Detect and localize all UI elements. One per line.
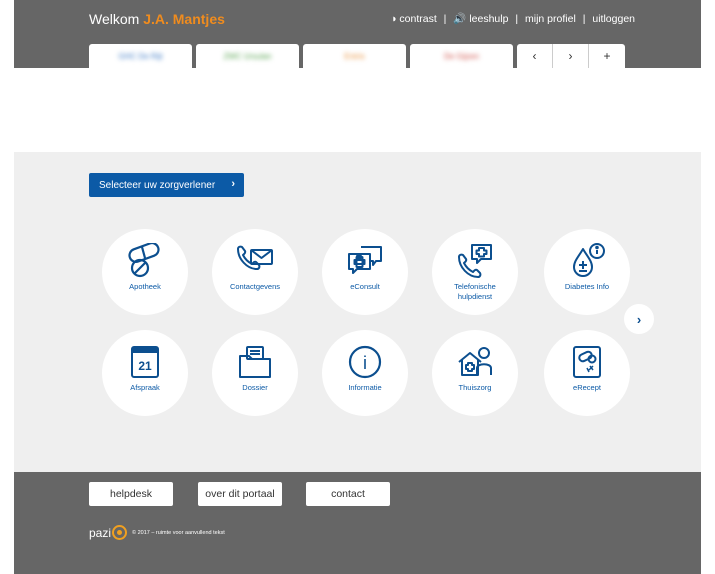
provider-tab[interactable]: GHC De Rijt: [89, 44, 192, 68]
tab-next-button[interactable]: ›: [553, 44, 589, 68]
tile-label: eRecept: [573, 383, 601, 392]
tiles-next-button[interactable]: ›: [624, 304, 654, 334]
top-header: Welkom J.A. Mantjes ◑ contrast | 🔊 leesh…: [14, 0, 701, 68]
select-provider-label: Selecteer uw zorgverlener: [99, 179, 216, 191]
chat-medical-icon: [348, 246, 382, 274]
separator: |: [515, 13, 519, 25]
tile-contactgegevens[interactable]: Contactgevens: [212, 229, 298, 315]
tile-telefonische-hulpdienst[interactable]: Telefonische hulpdienst: [432, 229, 518, 315]
provider-tab-label: GHC De Rijt: [118, 51, 163, 61]
tile-apotheek[interactable]: Apotheek: [102, 229, 188, 315]
tile-informatie[interactable]: i Informatie: [322, 330, 408, 416]
welcome-text: Welkom J.A. Mantjes: [89, 11, 225, 27]
tile-label: eConsult: [350, 282, 380, 291]
leeshulp-link[interactable]: 🔊 leeshulp: [453, 13, 508, 25]
separator: |: [443, 13, 447, 25]
footer: helpdesk over dit portaal contact pazi ©…: [14, 472, 701, 574]
logo-text: pazi: [89, 525, 112, 540]
contrast-link[interactable]: ◑ contrast: [390, 13, 437, 25]
contact-button[interactable]: contact: [306, 482, 390, 506]
tile-econsult[interactable]: eConsult: [322, 229, 408, 315]
provider-tabs: GHC De Rijt ZWC Ursulan Entris De Gijzen…: [89, 44, 625, 68]
tile-label: Dossier: [242, 383, 268, 392]
top-links: ◑ contrast | 🔊 leeshulp | mijn profiel |…: [390, 12, 635, 25]
calendar-day: 21: [138, 359, 152, 373]
tile-label: Telefonische hulpdienst: [454, 282, 496, 301]
phone-envelope-icon: [237, 245, 273, 270]
pazio-logo: pazi: [89, 525, 128, 540]
prescription-icon: [573, 346, 601, 378]
tile-dossier[interactable]: Dossier: [212, 330, 298, 416]
chevron-right-icon: ›: [231, 178, 235, 190]
separator: |: [582, 13, 586, 25]
select-provider-button[interactable]: Selecteer uw zorgverlener ›: [89, 173, 244, 197]
logo-o-icon: [112, 525, 128, 540]
home-care-icon: [458, 347, 492, 376]
provider-tab[interactable]: De Gijzen: [410, 44, 513, 68]
tile-label: Afspraak: [130, 383, 160, 392]
tab-add-button[interactable]: +: [589, 44, 625, 68]
tile-label: Contactgevens: [229, 282, 281, 291]
provider-tab[interactable]: ZWC Ursulan: [196, 44, 299, 68]
tab-prev-button[interactable]: ‹: [517, 44, 553, 68]
tile-erecept[interactable]: eRecept: [544, 330, 630, 416]
welcome-label: Welkom: [89, 11, 140, 27]
folder-icon: [239, 346, 271, 378]
tile-label: Apotheek: [129, 282, 161, 291]
tile-thuiszorg[interactable]: Thuiszorg: [432, 330, 518, 416]
tile-afspraak[interactable]: 21 Afspraak: [102, 330, 188, 416]
drop-info-icon: [573, 243, 605, 277]
tile-diabetes-info[interactable]: Diabetes Info: [544, 229, 630, 315]
phone-medical-icon: [458, 244, 492, 278]
profile-link[interactable]: mijn profiel: [525, 13, 576, 25]
tile-label: Diabetes Info: [564, 282, 610, 291]
pills-icon: [128, 243, 160, 278]
provider-tab-label: ZWC Ursulan: [223, 51, 272, 61]
provider-tab-label: Entris: [344, 51, 365, 61]
info-glyph: i: [363, 353, 367, 373]
tile-label: Informatie: [348, 383, 382, 392]
helpdesk-button[interactable]: helpdesk: [89, 482, 173, 506]
about-portal-button[interactable]: over dit portaal: [198, 482, 282, 506]
tile-label: Thuiszorg: [458, 383, 492, 392]
logout-link[interactable]: uitloggen: [592, 13, 635, 25]
provider-tab[interactable]: Entris: [303, 44, 406, 68]
main-panel: Selecteer uw zorgverlener › Apotheek Con…: [14, 152, 701, 472]
user-name: J.A. Mantjes: [143, 11, 225, 27]
calendar-icon: 21: [131, 346, 159, 378]
provider-tab-label: De Gijzen: [443, 51, 480, 61]
tab-navigation: ‹ › +: [517, 44, 625, 68]
info-icon: i: [348, 345, 382, 379]
copyright-text: © 2017 – ruimte voor aanvullend tekst: [132, 530, 225, 536]
